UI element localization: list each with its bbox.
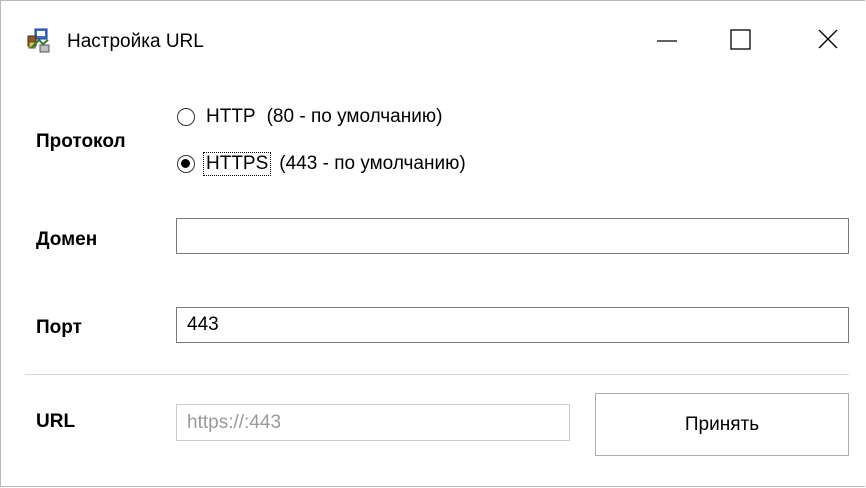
maximize-icon — [730, 29, 751, 50]
radio-https-default-note: (443 - по умолчанию) — [279, 153, 466, 174]
close-button[interactable] — [798, 11, 858, 67]
radio-http-label: HTTP — [206, 106, 256, 127]
close-icon — [818, 29, 838, 49]
url-label: URL — [36, 411, 76, 432]
domain-label: Домен — [36, 229, 98, 250]
radio-https[interactable]: HTTPS (443 - по умолчанию) — [177, 151, 466, 177]
radio-circle[interactable] — [177, 108, 195, 126]
title-bar[interactable]: Настройка URL — [1, 1, 866, 77]
url-settings-app-icon — [26, 28, 52, 54]
url-settings-window: Настройка URL Протокол HTTP (80 - по умо… — [0, 0, 865, 487]
window-title: Настройка URL — [67, 31, 204, 52]
radio-http[interactable]: HTTP (80 - по умолчанию) — [177, 104, 442, 130]
accept-button[interactable]: Принять — [595, 393, 849, 456]
port-label: Порт — [36, 317, 82, 338]
minimize-button[interactable] — [634, 11, 694, 67]
port-input[interactable] — [176, 307, 849, 343]
radio-circle-selected[interactable] — [177, 155, 195, 173]
radio-http-default-note: (80 - по умолчанию) — [266, 106, 443, 127]
minimize-icon — [657, 40, 677, 42]
protocol-label: Протокол — [36, 131, 126, 152]
divider — [25, 374, 849, 375]
maximize-button[interactable] — [710, 11, 770, 67]
url-field — [176, 404, 570, 441]
domain-input[interactable] — [176, 218, 849, 254]
radio-https-label: HTTPS — [203, 152, 272, 176]
